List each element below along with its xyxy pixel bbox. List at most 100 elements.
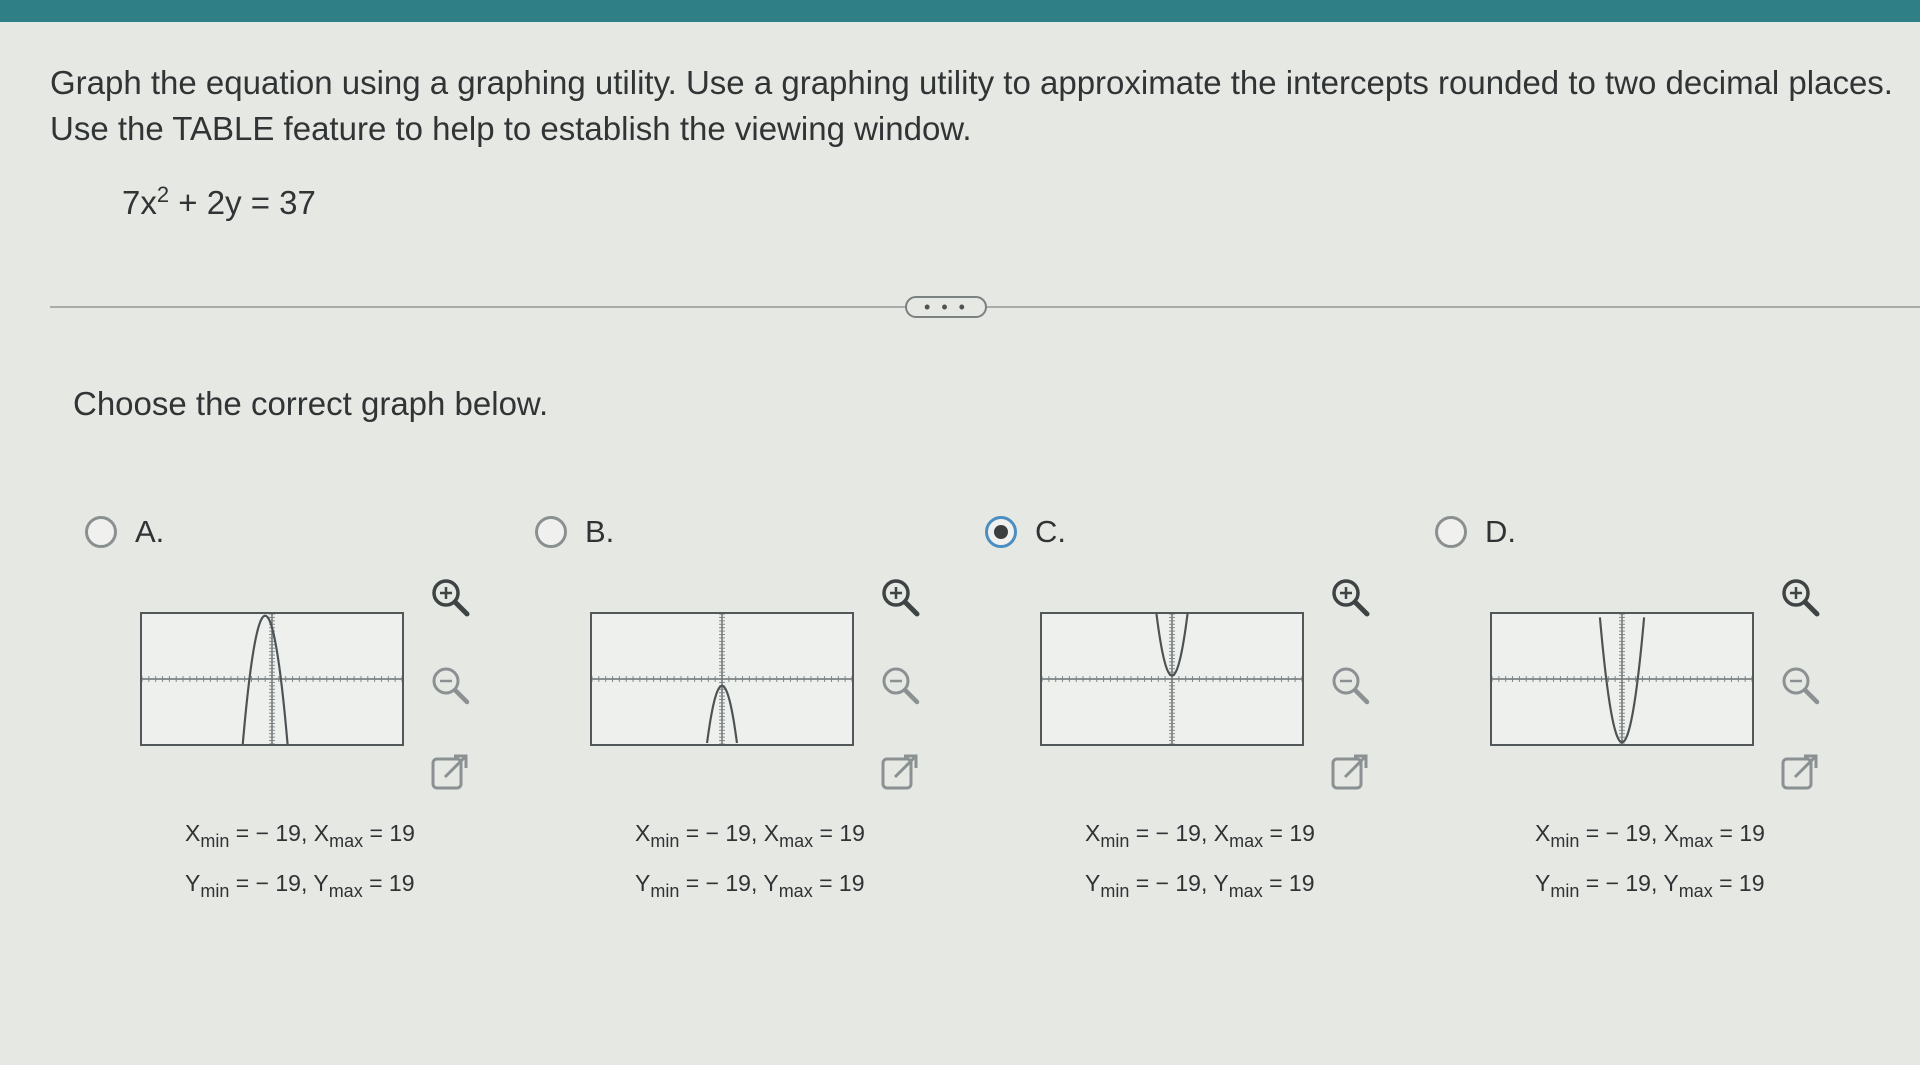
option-d-graph [1490,612,1754,746]
x-min-label: X [1535,820,1551,846]
choose-prompt: Choose the correct graph below. [73,385,549,422]
x-min-value: = − 19, [1579,820,1664,846]
option-d: D. Xmin = − 19, Xmax = 19 Ymin = − 19, Y… [1435,502,1875,922]
option-b-graph [590,612,854,746]
option-b: B. Xmin = − 19, Xmax = 19 Ymin = − 19, Y… [535,502,975,922]
y-min-value: = − 19, [1579,870,1664,896]
y-min-value: = − 19, [229,870,314,896]
y-max-sub: max [1678,881,1713,901]
option-c-radio[interactable] [985,516,1017,548]
y-max-value: = 19 [812,870,865,896]
y-min-label: Y [1085,870,1101,896]
option-d-letter: D. [1485,514,1516,549]
y-min-label: Y [635,870,651,896]
option-d-graph-plot [1492,614,1752,744]
x-max-sub: max [779,831,814,851]
option-b-x-window: Xmin = − 19, Xmax = 19 [635,820,865,852]
y-max-label: Y [313,870,329,896]
x-max-label: X [1213,820,1230,846]
option-c-graph [1040,612,1304,746]
x-min-value: = − 19, [679,820,764,846]
y-max-sub: max [1228,881,1263,901]
x-max-label: X [763,820,780,846]
option-c-radio-row[interactable]: C. [985,514,1066,550]
option-c: C. Xmin = − 19, Xmax = 19 Ymin = − 19, Y… [985,502,1425,922]
y-min-sub: min [1550,881,1580,901]
top-bar [0,0,1920,22]
x-min-sub: min [200,831,230,851]
zoom-in-icon[interactable] [1325,572,1375,622]
x-min-label: X [185,820,201,846]
more-button[interactable]: • • • [905,296,987,318]
x-min-label: X [1085,820,1101,846]
equation-term: 7x [122,184,157,221]
option-b-letter: B. [585,514,615,549]
popout-icon[interactable] [875,748,925,798]
popout-icon[interactable] [1775,748,1825,798]
zoom-out-icon[interactable] [1775,660,1825,710]
question-page: Graph the equation using a graphing util… [0,22,1920,1065]
x-max-label: X [1663,820,1680,846]
zoom-out-icon[interactable] [425,660,475,710]
y-max-sub: max [328,881,363,901]
option-b-radio[interactable] [535,516,567,548]
option-a-y-window: Ymin = − 19, Ymax = 19 [185,870,415,902]
x-max-sub: max [329,831,364,851]
zoom-in-icon[interactable] [875,572,925,622]
x-max-value: = 19 [363,820,415,846]
y-max-label: Y [763,870,779,896]
option-a-graph-plot [142,614,402,744]
option-d-radio[interactable] [1435,516,1467,548]
option-a-graph [140,612,404,746]
y-max-value: = 19 [1712,870,1765,896]
x-min-sub: min [1550,831,1580,851]
popout-icon[interactable] [1325,748,1375,798]
y-max-value: = 19 [362,870,415,896]
y-max-value: = 19 [1262,870,1315,896]
option-a-letter: A. [135,514,165,549]
x-max-value: = 19 [1713,820,1765,846]
option-b-radio-row[interactable]: B. [535,514,614,550]
zoom-out-icon[interactable] [875,660,925,710]
y-max-label: Y [1663,870,1679,896]
option-c-graph-plot [1042,614,1302,744]
option-a-x-window: Xmin = − 19, Xmax = 19 [185,820,415,852]
option-c-letter: C. [1035,514,1066,549]
option-c-x-window: Xmin = − 19, Xmax = 19 [1085,820,1315,852]
x-min-value: = − 19, [1129,820,1214,846]
x-max-sub: max [1229,831,1264,851]
option-b-graph-plot [592,614,852,744]
zoom-in-icon[interactable] [1775,572,1825,622]
x-min-label: X [635,820,651,846]
equation: 7x2 + 2y = 37 [122,182,316,222]
y-max-label: Y [1213,870,1229,896]
x-max-label: X [313,820,330,846]
zoom-in-icon[interactable] [425,572,475,622]
y-min-label: Y [185,870,201,896]
option-d-y-window: Ymin = − 19, Ymax = 19 [1535,870,1765,902]
y-min-sub: min [650,881,680,901]
y-min-sub: min [200,881,230,901]
option-d-x-window: Xmin = − 19, Xmax = 19 [1535,820,1765,852]
x-min-sub: min [1100,831,1130,851]
y-min-sub: min [1100,881,1130,901]
option-d-radio-row[interactable]: D. [1435,514,1516,550]
option-c-y-window: Ymin = − 19, Ymax = 19 [1085,870,1315,902]
popout-icon[interactable] [425,748,475,798]
equation-rest: + 2y = 37 [169,184,316,221]
option-a-radio[interactable] [85,516,117,548]
option-a-radio-row[interactable]: A. [85,514,164,550]
y-min-label: Y [1535,870,1551,896]
option-a: A. Xmin = − 19, Xmax = 19 Ymin = − 19, Y… [85,502,525,922]
x-max-value: = 19 [813,820,865,846]
y-max-sub: max [778,881,813,901]
x-min-sub: min [650,831,680,851]
x-max-value: = 19 [1263,820,1315,846]
option-b-y-window: Ymin = − 19, Ymax = 19 [635,870,865,902]
y-min-value: = − 19, [1129,870,1214,896]
question-instructions: Graph the equation using a graphing util… [50,64,1893,147]
y-min-value: = − 19, [679,870,764,896]
x-min-value: = − 19, [229,820,314,846]
zoom-out-icon[interactable] [1325,660,1375,710]
x-max-sub: max [1679,831,1714,851]
